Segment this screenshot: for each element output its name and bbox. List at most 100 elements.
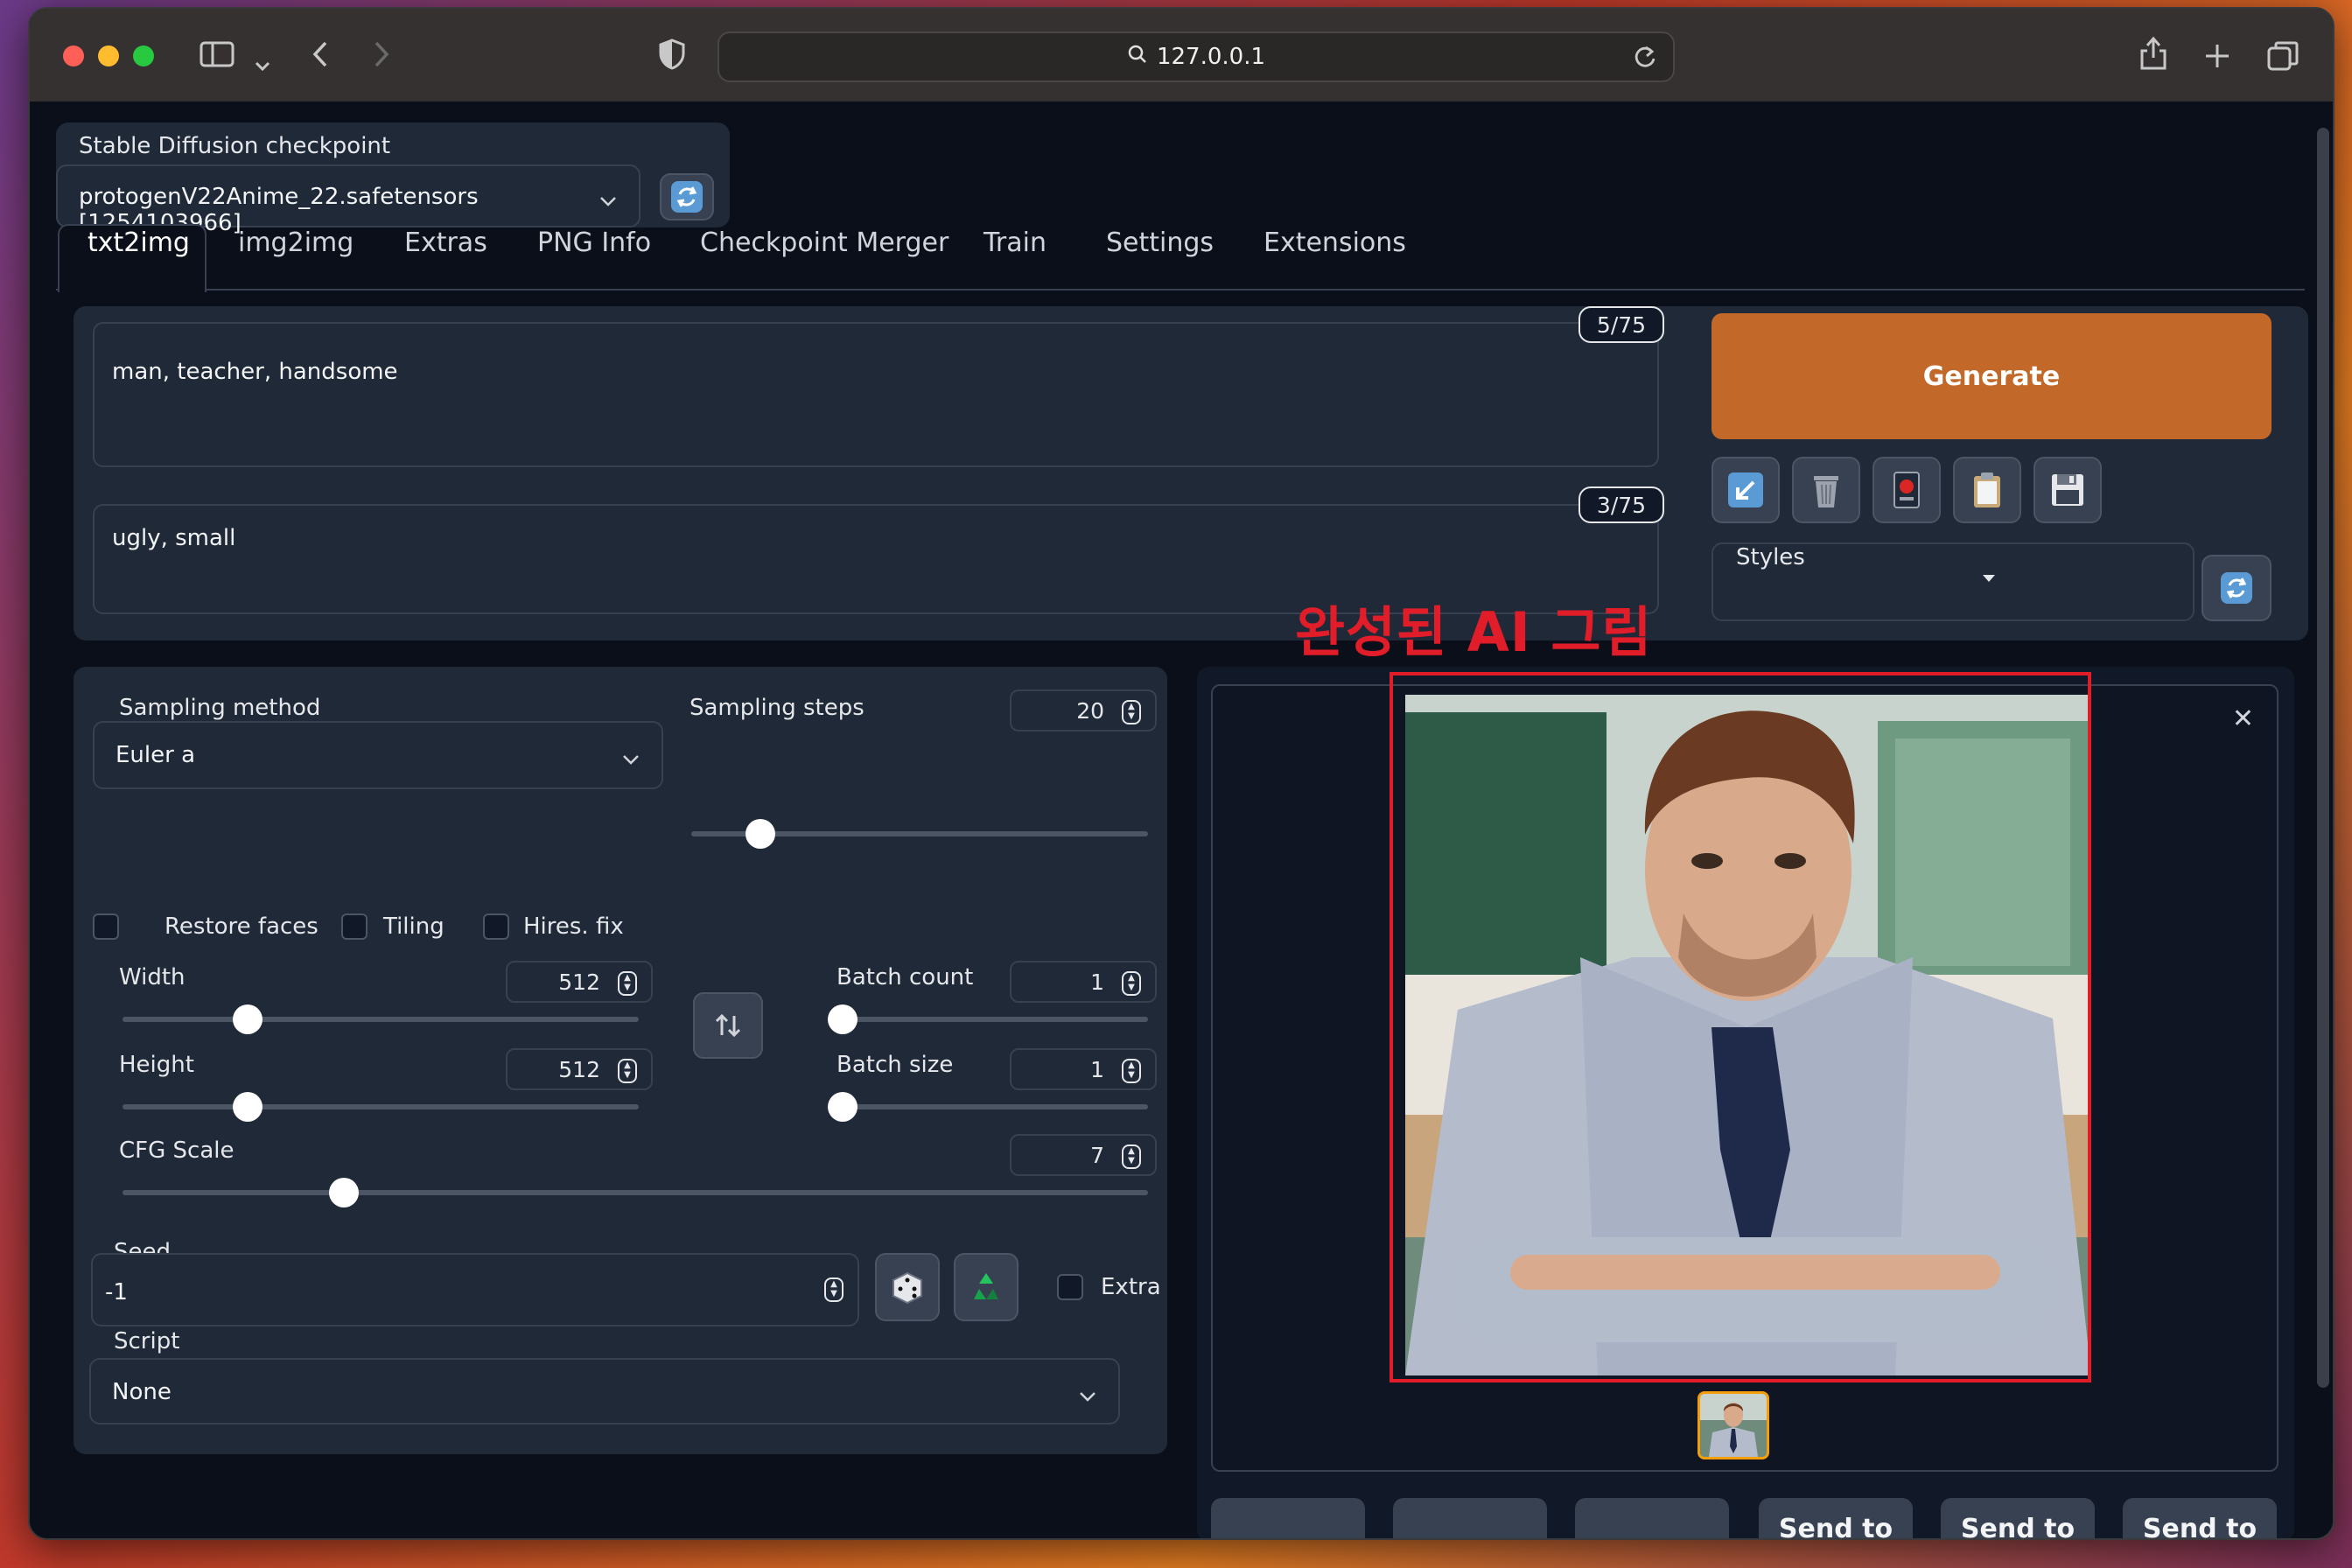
open-folder-button[interactable] bbox=[1211, 1498, 1365, 1538]
swap-icon bbox=[715, 1013, 741, 1038]
apply-style-button[interactable] bbox=[1953, 457, 2021, 523]
positive-token-counter: 5/75 bbox=[1578, 306, 1664, 343]
tab-train[interactable]: Train bbox=[984, 228, 1046, 258]
slider-thumb[interactable] bbox=[329, 1178, 359, 1208]
script-dropdown[interactable]: None bbox=[89, 1358, 1120, 1424]
slider-thumb[interactable] bbox=[746, 819, 775, 849]
cfg-scale-slider[interactable] bbox=[122, 1178, 1148, 1208]
batch-count-input[interactable]: 1 ▲ ▼ bbox=[1010, 961, 1157, 1003]
height-value: 512 bbox=[558, 1056, 600, 1082]
slider-thumb[interactable] bbox=[233, 1004, 262, 1034]
sampling-method-label: Sampling method bbox=[119, 695, 321, 721]
prompt-text: man, teacher, handsome bbox=[112, 359, 398, 385]
hires-fix-checkbox[interactable] bbox=[483, 914, 509, 940]
refresh-checkpoint-button[interactable] bbox=[660, 173, 714, 220]
batch-count-value: 1 bbox=[1090, 969, 1104, 995]
chevron-down-icon[interactable] bbox=[254, 46, 271, 79]
slider-thumb[interactable] bbox=[828, 1004, 858, 1034]
save-style-button[interactable] bbox=[2034, 457, 2102, 523]
checkpoint-panel: Stable Diffusion checkpoint protogenV22A… bbox=[56, 122, 730, 236]
seed-input[interactable]: -1 ▲ ▼ bbox=[91, 1253, 859, 1326]
extra-seed-checkbox[interactable] bbox=[1057, 1274, 1083, 1300]
forward-icon[interactable] bbox=[371, 40, 392, 74]
card-icon bbox=[1894, 472, 1920, 508]
chevron-down-icon bbox=[621, 746, 640, 772]
styles-dropdown[interactable]: Styles bbox=[1712, 542, 2194, 621]
tab-png-info[interactable]: PNG Info bbox=[537, 228, 651, 258]
save-button[interactable] bbox=[1393, 1498, 1547, 1538]
send-to-inpaint-button[interactable]: Send to bbox=[1941, 1498, 2095, 1538]
width-input[interactable]: 512 ▲ ▼ bbox=[506, 961, 653, 1003]
send-to-extras-button[interactable]: Send to bbox=[2123, 1498, 2277, 1538]
refresh-icon bbox=[671, 181, 703, 213]
sampling-method-dropdown[interactable]: Euler a bbox=[93, 721, 663, 789]
tab-txt2img[interactable]: txt2img bbox=[88, 228, 190, 258]
stepper-icon[interactable]: ▲ ▼ bbox=[1122, 1059, 1141, 1083]
annotation-title: 완성된 AI 그림 bbox=[1295, 600, 1653, 664]
reuse-seed-button[interactable] bbox=[954, 1253, 1018, 1321]
extra-networks-button[interactable] bbox=[1872, 457, 1941, 523]
tab-checkpoint-merger[interactable]: Checkpoint Merger bbox=[700, 228, 948, 258]
tab-extras[interactable]: Extras bbox=[404, 228, 487, 258]
search-icon bbox=[1127, 44, 1148, 71]
close-icon[interactable]: ✕ bbox=[2232, 704, 2254, 734]
tab-overview-icon[interactable] bbox=[2266, 40, 2300, 77]
refresh-icon bbox=[2221, 572, 2252, 604]
scrollbar[interactable] bbox=[2317, 128, 2329, 1388]
stepper-icon[interactable]: ▲ ▼ bbox=[1122, 971, 1141, 996]
sampling-steps-slider[interactable] bbox=[691, 819, 1148, 849]
sampling-steps-input[interactable]: 20 ▲ ▼ bbox=[1010, 690, 1157, 732]
tab-extensions[interactable]: Extensions bbox=[1264, 228, 1406, 258]
batch-count-slider[interactable] bbox=[828, 1004, 1148, 1034]
clear-prompt-button[interactable] bbox=[1792, 457, 1860, 523]
slider-thumb[interactable] bbox=[233, 1092, 262, 1122]
webui-app: Stable Diffusion checkpoint protogenV22A… bbox=[30, 102, 2333, 1538]
sampling-steps-label: Sampling steps bbox=[690, 695, 864, 721]
arrow-icon bbox=[1728, 472, 1763, 508]
cfg-scale-input[interactable]: 7 ▲ ▼ bbox=[1010, 1134, 1157, 1176]
generate-button[interactable]: Generate bbox=[1712, 313, 2272, 439]
read-params-button[interactable] bbox=[1712, 457, 1780, 523]
slider-thumb[interactable] bbox=[828, 1092, 858, 1122]
clipboard-icon bbox=[1974, 472, 2000, 508]
dice-icon bbox=[892, 1271, 922, 1305]
recycle-icon bbox=[974, 1273, 998, 1299]
batch-size-slider[interactable] bbox=[828, 1092, 1148, 1122]
zoom-window-button[interactable] bbox=[133, 46, 154, 66]
restore-faces-checkbox[interactable] bbox=[93, 914, 119, 940]
share-icon[interactable] bbox=[2138, 35, 2168, 77]
batch-size-input[interactable]: 1 ▲ ▼ bbox=[1010, 1048, 1157, 1090]
width-slider[interactable] bbox=[122, 1004, 639, 1034]
refresh-styles-button[interactable] bbox=[2202, 555, 2272, 621]
address-bar[interactable]: 127.0.0.1 bbox=[718, 32, 1675, 82]
minimize-window-button[interactable] bbox=[98, 46, 119, 66]
close-window-button[interactable] bbox=[63, 46, 84, 66]
stepper-icon[interactable]: ▲ ▼ bbox=[618, 1059, 637, 1083]
sidebar-toggle-icon[interactable] bbox=[200, 40, 234, 74]
tab-img2img[interactable]: img2img bbox=[238, 228, 354, 258]
prompt-input[interactable]: man, teacher, handsome bbox=[93, 322, 1659, 467]
trash-icon bbox=[1814, 476, 1838, 508]
random-seed-button[interactable] bbox=[875, 1253, 940, 1321]
back-icon[interactable] bbox=[310, 40, 331, 74]
checkpoint-dropdown[interactable]: protogenV22Anime_22.safetensors [1254103… bbox=[56, 164, 640, 236]
send-to-img2img-button[interactable]: Send to bbox=[1759, 1498, 1913, 1538]
tab-settings[interactable]: Settings bbox=[1106, 228, 1214, 258]
stepper-icon[interactable]: ▲ ▼ bbox=[1122, 1144, 1141, 1169]
shield-icon[interactable] bbox=[658, 38, 686, 75]
stepper-icon[interactable]: ▲ ▼ bbox=[824, 1278, 844, 1302]
checkpoint-label: Stable Diffusion checkpoint bbox=[79, 133, 391, 159]
tiling-checkbox[interactable] bbox=[341, 914, 368, 940]
gallery-thumbnail[interactable] bbox=[1698, 1391, 1769, 1460]
zip-button[interactable] bbox=[1575, 1498, 1729, 1538]
height-slider[interactable] bbox=[122, 1092, 639, 1122]
stepper-icon[interactable]: ▲ ▼ bbox=[1122, 700, 1141, 724]
generation-settings-panel: Sampling method Euler a Sampling steps 2… bbox=[74, 667, 1167, 1454]
stepper-icon[interactable]: ▲ ▼ bbox=[618, 971, 637, 996]
new-tab-icon[interactable] bbox=[2203, 42, 2231, 75]
height-input[interactable]: 512 ▲ ▼ bbox=[506, 1048, 653, 1090]
swap-dimensions-button[interactable] bbox=[693, 992, 763, 1059]
reload-icon[interactable] bbox=[1633, 44, 1657, 76]
width-label: Width bbox=[119, 964, 186, 990]
batch-size-label: Batch size bbox=[836, 1052, 954, 1078]
